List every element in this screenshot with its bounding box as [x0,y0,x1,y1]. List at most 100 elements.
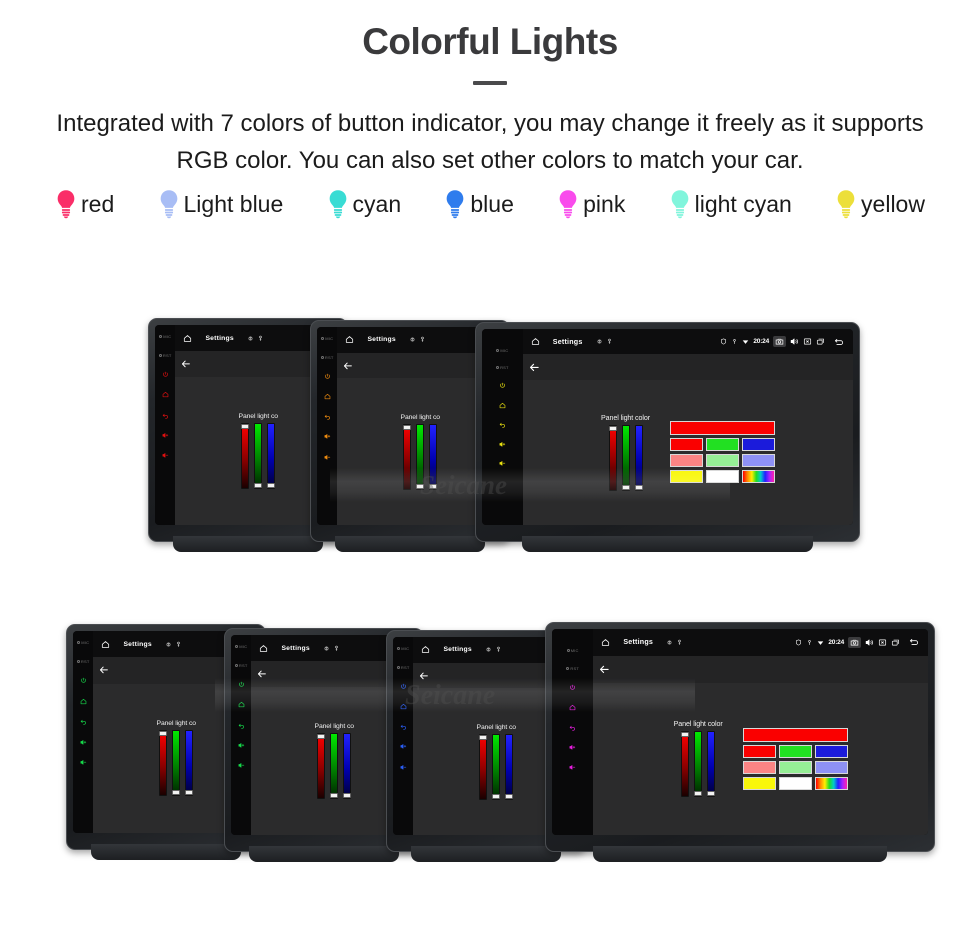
close-box-icon[interactable] [878,638,887,647]
key-icon[interactable] [676,639,683,646]
back-arrow-icon[interactable] [400,723,407,730]
status-home-button[interactable] [601,638,610,647]
red-slider-thumb[interactable] [317,734,326,739]
back-arrow-icon[interactable] [99,665,109,675]
blue-slider[interactable] [429,423,438,490]
color-swatch-2-1[interactable] [705,470,739,484]
volume-up-icon[interactable] [80,739,87,746]
volume-up-icon[interactable] [499,441,506,448]
green-slider[interactable] [621,424,630,491]
green-slider[interactable] [330,733,339,799]
red-slider[interactable] [317,733,326,799]
brightness-icon[interactable] [323,645,330,652]
key-icon[interactable] [419,336,426,343]
red-slider[interactable] [681,731,690,798]
back-button[interactable] [257,669,267,679]
blue-slider-thumb[interactable] [267,483,276,488]
red-slider-thumb[interactable] [159,731,168,737]
volume-down-icon[interactable] [400,764,407,771]
status-home-button[interactable] [345,335,354,344]
reset-key[interactable]: RST [234,663,248,668]
home-icon[interactable] [259,644,268,653]
back-arrow-icon[interactable] [162,412,169,419]
green-slider[interactable] [254,423,263,489]
back-arrow-icon[interactable] [181,359,191,369]
back-button[interactable] [99,665,109,675]
back-nav-button[interactable] [908,636,920,648]
device-yellow[interactable]: MIC RST Settings 20:24 Panel light color [475,322,860,552]
home-icon[interactable] [162,391,169,398]
volume-up-icon[interactable] [569,744,576,751]
power-icon[interactable] [324,373,331,380]
brightness-icon[interactable] [666,639,673,646]
close-box-button[interactable] [803,337,812,346]
color-swatch-0-1[interactable] [778,744,812,758]
reset-key[interactable]: RST [158,353,172,358]
volume-button[interactable] [790,337,799,346]
mic-key[interactable]: MIC [235,644,247,649]
blue-slider-thumb[interactable] [185,790,194,796]
home-icon[interactable] [400,703,407,710]
blue-slider-thumb[interactable] [343,793,352,798]
red-slider[interactable] [608,424,617,491]
power-icon[interactable] [80,677,87,684]
volume-up-icon[interactable] [238,742,245,749]
status-home-button[interactable] [259,644,268,653]
green-slider[interactable] [416,423,425,490]
color-swatch-1-1[interactable] [705,454,739,468]
color-swatch-1-2[interactable] [814,760,848,774]
key-icon[interactable] [257,335,264,342]
home-icon[interactable] [324,393,331,400]
red-slider-thumb[interactable] [403,424,412,430]
reset-key[interactable]: RST [566,666,579,671]
green-slider[interactable] [694,731,703,798]
back-icon[interactable] [908,636,920,648]
power-icon[interactable] [162,371,169,378]
mic-key[interactable]: MIC [397,646,409,651]
back-arrow-icon[interactable] [80,718,87,725]
color-swatch-2-0[interactable] [742,776,776,790]
blue-slider[interactable] [505,733,514,800]
blue-slider-thumb[interactable] [707,791,716,797]
brightness-icon[interactable] [247,335,254,342]
back-icon[interactable] [833,336,845,348]
back-arrow-icon[interactable] [238,722,245,729]
home-icon[interactable] [345,335,354,344]
brightness-icon[interactable] [165,641,172,648]
key-icon[interactable] [606,338,613,345]
green-slider-thumb[interactable] [492,793,501,799]
color-swatch-1-0[interactable] [742,760,776,774]
green-slider-thumb[interactable] [330,793,339,798]
red-slider-thumb[interactable] [241,424,250,429]
volume-down-icon[interactable] [499,460,506,467]
blue-slider[interactable] [267,423,276,489]
back-arrow-icon[interactable] [324,413,331,420]
back-arrow-icon[interactable] [599,664,610,675]
status-home-button[interactable] [531,337,540,346]
home-icon[interactable] [601,638,610,647]
green-slider-thumb[interactable] [254,483,263,488]
back-arrow-icon[interactable] [529,362,540,373]
brightness-icon[interactable] [485,646,492,653]
color-swatch-1-0[interactable] [669,454,703,468]
blue-slider-thumb[interactable] [505,793,514,799]
home-icon[interactable] [421,645,430,654]
power-icon[interactable] [238,681,245,688]
camera-button[interactable] [773,336,786,348]
status-home-button[interactable] [101,640,110,649]
blue-slider-thumb[interactable] [429,483,438,489]
volume-down-icon[interactable] [238,762,245,769]
green-slider-thumb[interactable] [621,484,630,490]
back-arrow-icon[interactable] [343,361,353,371]
back-arrow-icon[interactable] [257,669,267,679]
red-slider[interactable] [241,423,250,489]
red-slider-thumb[interactable] [608,425,617,431]
key-icon[interactable] [175,641,182,648]
green-slider-thumb[interactable] [172,790,181,796]
volume-up-icon[interactable] [162,432,169,439]
reset-key[interactable]: RST [320,355,334,360]
camera-button[interactable] [848,636,861,648]
volume-down-icon[interactable] [162,452,169,459]
color-swatch-0-0[interactable] [669,438,703,452]
mic-key[interactable]: MIC [77,640,89,645]
